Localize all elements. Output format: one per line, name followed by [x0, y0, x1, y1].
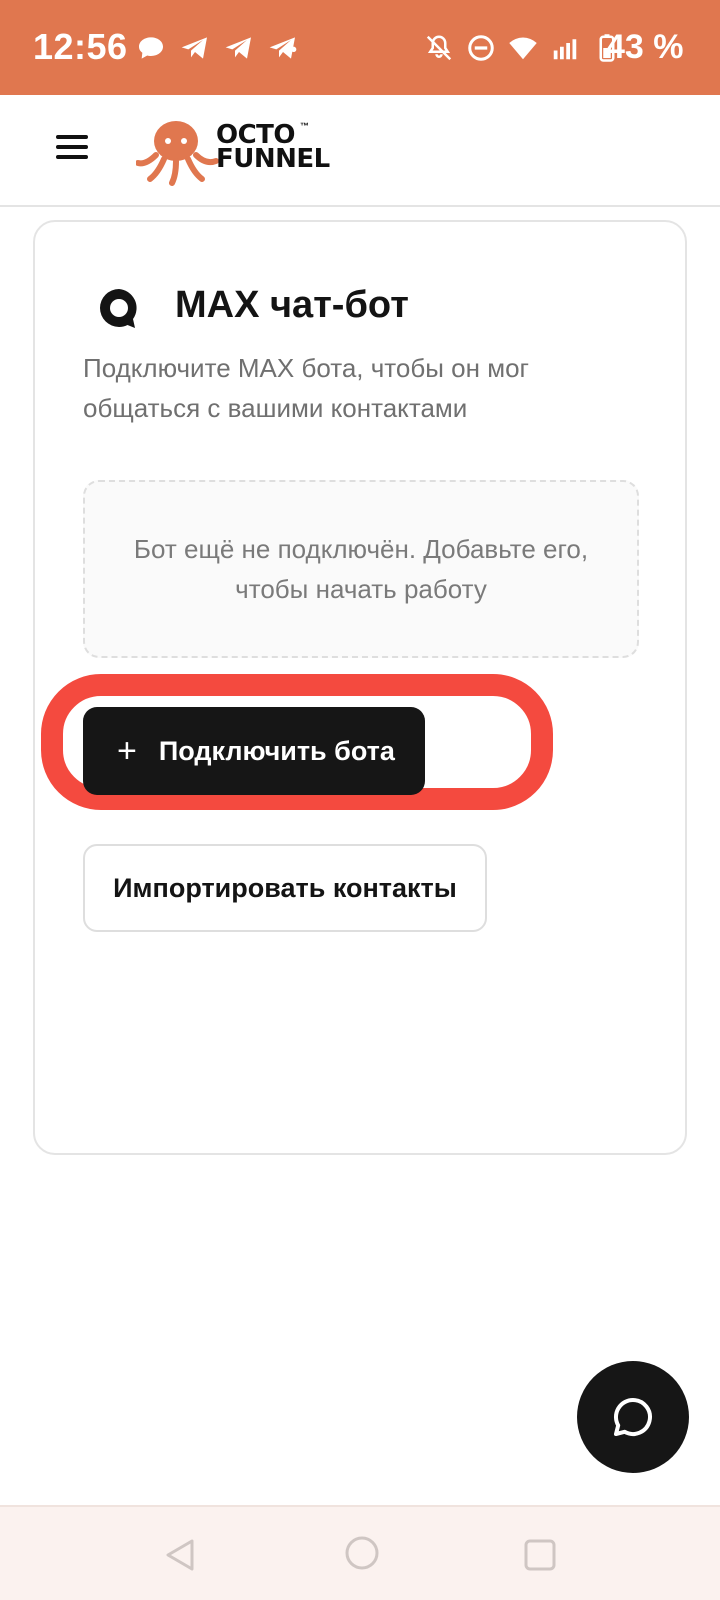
- connect-bot-button[interactable]: + Подключить бота: [83, 707, 425, 795]
- notification-icons: [134, 32, 300, 64]
- chat-bubble-icon: [139, 37, 163, 59]
- plus-icon: +: [117, 732, 137, 770]
- import-contacts-label: Импортировать контакты: [113, 872, 457, 903]
- empty-state-text: Бот ещё не подключён. Добавьте его, чтоб…: [133, 534, 589, 604]
- wifi-icon: [509, 37, 537, 60]
- logo-text: OCTO FUNNEL: [216, 120, 330, 174]
- battery-percentage: 43 %: [606, 28, 684, 66]
- support-chat-button[interactable]: [577, 1361, 689, 1473]
- empty-state: Бот ещё не подключён. Добавьте его, чтоб…: [83, 480, 639, 658]
- status-bar: 12:56 43 %: [0, 0, 720, 95]
- system-icons: [424, 32, 622, 64]
- hamburger-icon[interactable]: [56, 131, 96, 171]
- telegram-icon: [181, 37, 207, 59]
- octopus-icon: [135, 121, 219, 186]
- trademark-symbol: ™: [300, 121, 309, 131]
- import-contacts-button[interactable]: Импортировать контакты: [83, 844, 487, 932]
- card-description: Подключите MAX бота, чтобы он мог общать…: [83, 353, 530, 423]
- card-title: MAX чат-бот: [175, 284, 409, 326]
- max-logo-icon: [100, 289, 137, 328]
- back-icon[interactable]: [160, 1535, 200, 1575]
- bell-off-icon: [426, 35, 452, 61]
- home-icon[interactable]: [342, 1533, 382, 1573]
- status-time: 12:56: [33, 26, 128, 67]
- telegram-icon: [269, 37, 297, 59]
- recent-apps-icon[interactable]: [520, 1535, 560, 1575]
- signal-icon: [553, 39, 577, 60]
- app-header: OCTO FUNNEL ™: [0, 95, 720, 207]
- chat-icon: [614, 1397, 652, 1436]
- max-chatbot-card: MAX чат-бот Подключите MAX бота, чтобы о…: [33, 220, 687, 1155]
- connect-bot-label: Подключить бота: [158, 735, 395, 766]
- octofunnel-logo[interactable]: OCTO FUNNEL ™: [135, 115, 346, 187]
- telegram-icon: [225, 37, 251, 59]
- do-not-disturb-icon: [468, 35, 494, 61]
- navigation-bar: [0, 1505, 720, 1600]
